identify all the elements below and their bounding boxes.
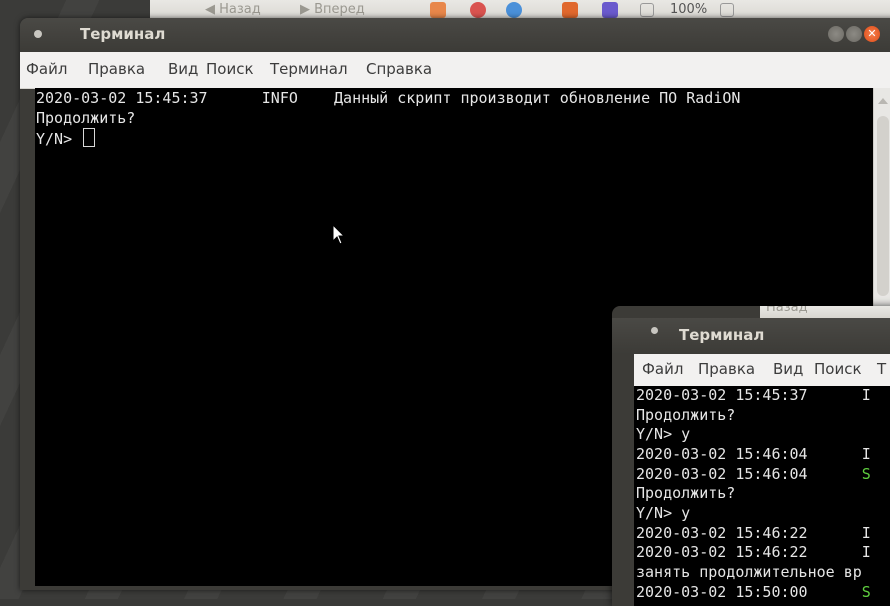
menu-bar-secondary: Файл Правка Вид Поиск Т — [634, 354, 890, 386]
log-timestamp: 2020-03-02 15:45:37 — [36, 89, 208, 107]
window-menu-dot-icon[interactable] — [34, 30, 42, 38]
log-timestamp: 2020-03-02 15:46:04 — [636, 445, 808, 463]
log-line: 2020-03-02 15:50:00 S — [636, 583, 871, 603]
prompt-line: Y/N> — [36, 128, 96, 149]
log-timestamp: 2020-03-02 15:46:04 — [636, 465, 808, 483]
log-continuation: занять продолжительное вр — [636, 563, 862, 581]
browser-page-icon[interactable] — [640, 2, 654, 17]
log-level-success: S — [861, 583, 871, 601]
browser-back-button[interactable]: ◀ Назад — [205, 2, 261, 17]
log-line: 2020-03-02 15:46:22 I — [636, 524, 871, 544]
menu-search-secondary[interactable]: Поиск — [814, 360, 862, 378]
prompt-answer: Y/N> y — [636, 504, 691, 522]
log-level: I — [861, 445, 871, 463]
close-button[interactable]: ✕ — [864, 26, 880, 42]
menu-help[interactable]: Справка — [366, 60, 432, 78]
log-timestamp: 2020-03-02 15:46:22 — [636, 524, 808, 542]
browser-back-label-secondary[interactable]: Назад — [766, 306, 808, 315]
menu-bar: Файл Правка Вид Поиск Терминал Справка — [20, 52, 890, 89]
menu-view[interactable]: Вид — [168, 60, 198, 78]
prompt-question: Продолжить? — [636, 406, 736, 424]
log-level: I — [861, 386, 871, 404]
log-line: 2020-03-02 15:46:22 I — [636, 543, 871, 563]
scroll-up-arrow-icon[interactable] — [878, 98, 888, 104]
log-line: 2020-03-02 15:46:04 I — [636, 445, 871, 465]
menu-file-secondary[interactable]: Файл — [642, 360, 683, 378]
menu-search[interactable]: Поиск — [206, 60, 254, 78]
log-level: I — [861, 543, 871, 561]
prompt-text: Y/N> — [36, 130, 82, 148]
window-menu-dot-icon-secondary[interactable] — [651, 327, 658, 334]
log-line: 2020-03-02 15:45:37 I — [636, 386, 871, 406]
menu-view-secondary[interactable]: Вид — [773, 360, 803, 378]
log-level: INFO — [261, 89, 298, 107]
terminal-output-secondary[interactable]: 2020-03-02 15:45:37 I Продолжить? Y/N> y… — [634, 386, 890, 606]
log-timestamp: 2020-03-02 15:45:37 — [636, 386, 808, 404]
browser-screen-icon[interactable] — [602, 2, 618, 18]
prompt-answer: Y/N> y — [636, 425, 691, 443]
menu-terminal-secondary[interactable]: Т — [877, 360, 886, 378]
browser-reload-icon[interactable] — [506, 2, 522, 18]
window-titlebar[interactable]: Терминал ✕ — [20, 18, 890, 52]
browser-back-label: Назад — [219, 2, 261, 17]
menu-edit[interactable]: Правка — [88, 60, 145, 78]
terminal-window-secondary: Назад Терминал Файл Правка Вид Поиск Т 2… — [612, 306, 890, 606]
prompt-question: Продолжить? — [36, 109, 136, 127]
log-timestamp: 2020-03-02 15:50:00 — [636, 583, 808, 601]
log-line: 2020-03-02 15:46:04 S — [636, 465, 871, 485]
browser-forward-label: Вперед — [314, 2, 365, 17]
menu-edit-secondary[interactable]: Правка — [698, 360, 755, 378]
browser-zoom-level: 100% — [670, 2, 708, 17]
window-title: Терминал — [80, 25, 166, 43]
browser-toolbar-secondary: Назад — [760, 306, 890, 318]
window-title-secondary: Терминал — [679, 326, 765, 344]
log-message: Данный скрипт производит обновление ПО R… — [334, 89, 741, 107]
log-level: I — [861, 524, 871, 542]
menu-terminal[interactable]: Терминал — [270, 60, 348, 78]
browser-forward-button[interactable]: ▶ Вперед — [300, 2, 365, 17]
window-controls: ✕ — [826, 26, 880, 45]
terminal-cursor — [83, 128, 96, 147]
prompt-question: Продолжить? — [636, 484, 736, 502]
log-level-success: S — [861, 465, 871, 483]
mouse-pointer-icon — [332, 224, 346, 245]
minimize-button[interactable] — [828, 26, 844, 42]
browser-home-icon[interactable] — [430, 2, 446, 18]
log-timestamp: 2020-03-02 15:46:22 — [636, 543, 808, 561]
scrollbar-thumb[interactable] — [877, 116, 889, 296]
browser-stop-icon[interactable] — [470, 2, 486, 18]
browser-addon-icon[interactable] — [562, 2, 578, 18]
menu-file[interactable]: Файл — [26, 60, 67, 78]
log-line: 2020-03-02 15:45:37 INFO Данный скрипт п… — [36, 88, 740, 108]
maximize-button[interactable] — [846, 26, 862, 42]
browser-zoom-reset-icon[interactable] — [720, 2, 734, 17]
